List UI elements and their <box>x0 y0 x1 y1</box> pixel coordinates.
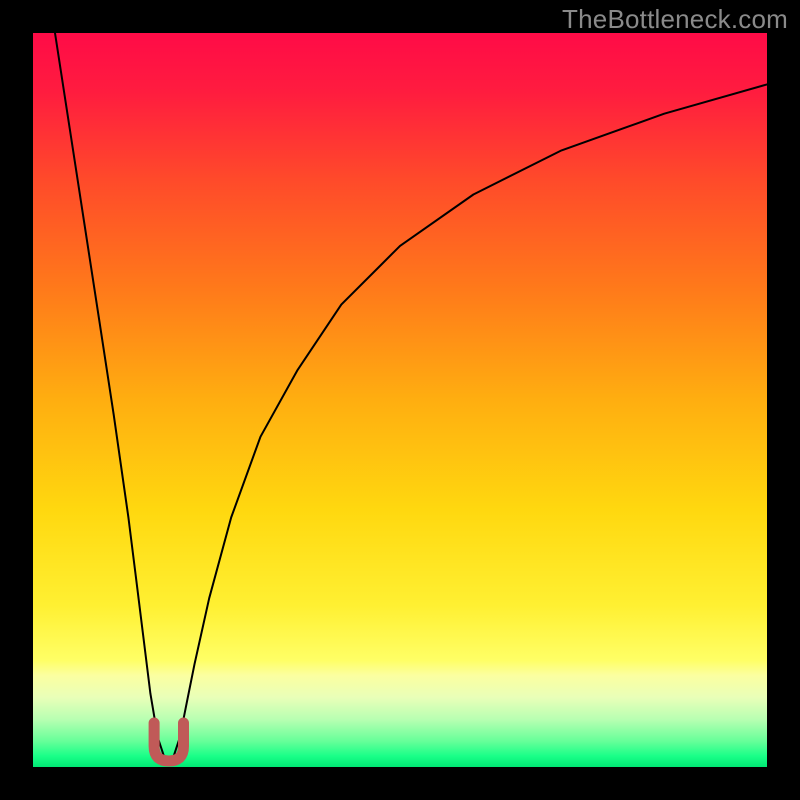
watermark-text: TheBottleneck.com <box>562 4 788 35</box>
chart-frame: TheBottleneck.com <box>0 0 800 800</box>
plot-background <box>33 33 767 767</box>
bottleneck-chart <box>0 0 800 800</box>
